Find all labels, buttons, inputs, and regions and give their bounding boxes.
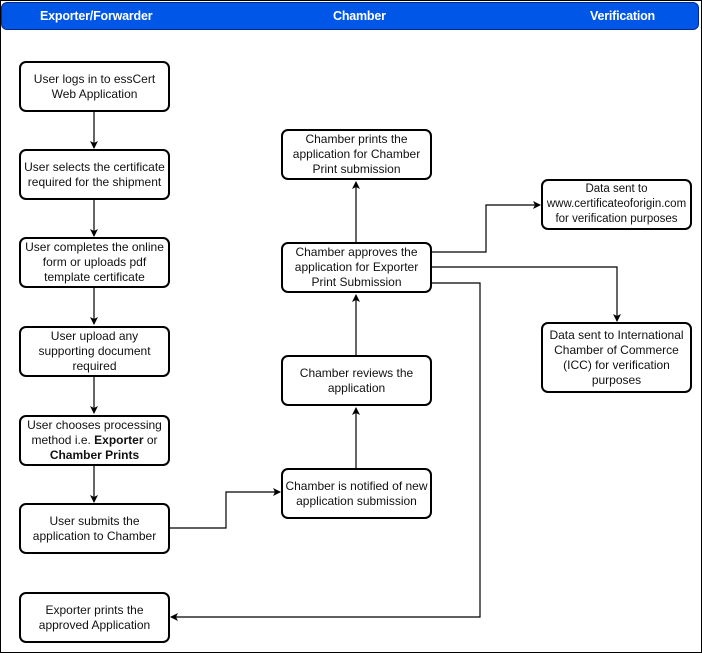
choose-method-exporter: Exporter — [94, 433, 144, 447]
node-exporter-prints: Exporter prints the approved Application — [19, 592, 170, 643]
edge-approves-to-icc — [432, 266, 621, 322]
node-login-text: User logs in to essCert Web Application — [33, 71, 156, 101]
node-choose-method-text: User chooses processing method i.e. Expo… — [23, 418, 166, 463]
node-login: User logs in to essCert Web Application — [19, 61, 170, 112]
choose-method-or: or — [143, 433, 158, 447]
node-complete-form: User completes the online form or upload… — [19, 237, 170, 288]
node-select-certificate-text: User selects the certificate required fo… — [24, 159, 165, 189]
node-complete-form-text: User completes the online form or upload… — [25, 240, 164, 284]
node-chamber-notified: Chamber is notified of new application s… — [281, 468, 432, 519]
node-chamber-prints: Chamber prints the application for Chamb… — [281, 129, 432, 180]
node-upload-documents-text: User upload any supporting document requ… — [38, 329, 151, 373]
node-upload-documents: User upload any supporting document requ… — [19, 326, 170, 377]
node-chamber-approves: Chamber approves the application for Exp… — [281, 242, 432, 293]
node-chamber-prints-text: Chamber prints the application for Chamb… — [292, 132, 421, 176]
node-submit-application: User submits the application to Chamber — [19, 503, 170, 554]
node-choose-method: User chooses processing method i.e. Expo… — [19, 415, 170, 466]
node-data-certificateoforigin-text: Data sent to www.certificateoforigin.com… — [546, 183, 687, 225]
node-select-certificate: User selects the certificate required fo… — [19, 149, 170, 200]
edge-approves-to-exporter-prints — [170, 282, 481, 621]
node-chamber-notified-text: Chamber is notified of new application s… — [285, 478, 428, 508]
edge-approves-to-coo — [432, 201, 541, 253]
node-data-icc-text: Data sent to International Chamber of Co… — [549, 327, 684, 387]
node-chamber-approves-text: Chamber approves the application for Exp… — [294, 245, 419, 289]
node-submit-application-text: User submits the application to Chamber — [32, 513, 157, 543]
choose-method-chamber-prints: Chamber Prints — [49, 448, 140, 462]
node-exporter-prints-text: Exporter prints the approved Application — [38, 602, 151, 632]
node-chamber-reviews: Chamber reviews the application — [281, 355, 432, 406]
node-data-certificateoforigin: Data sent to www.certificateoforigin.com… — [541, 179, 692, 230]
node-chamber-reviews-text: Chamber reviews the application — [299, 365, 414, 395]
edge-submit-to-notified — [169, 488, 281, 529]
node-data-icc: Data sent to International Chamber of Co… — [541, 322, 692, 393]
